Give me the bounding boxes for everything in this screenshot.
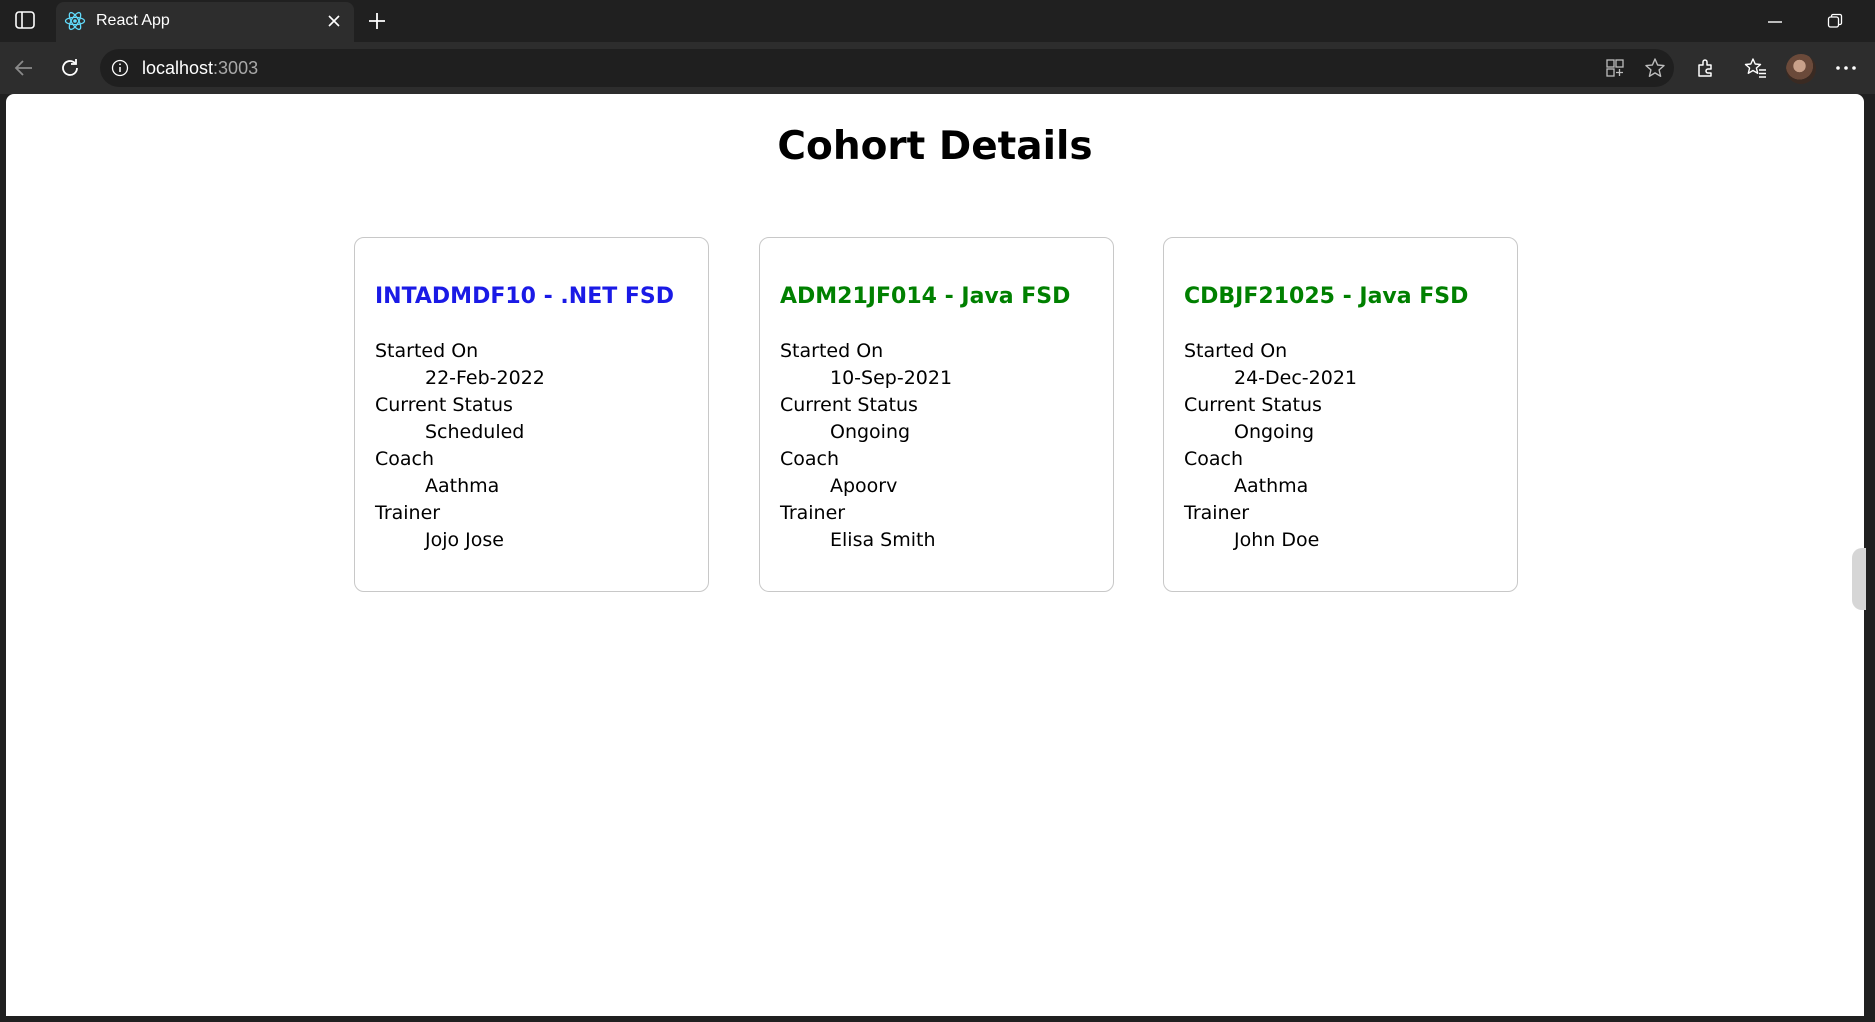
- field-label-coach: Coach: [780, 448, 840, 470]
- tab-title: React App: [96, 12, 170, 29]
- cohort-card: CDBJF21025 - Java FSD Started On 24-Dec-…: [1163, 237, 1518, 592]
- field-value-coach: Aathma: [1234, 475, 1309, 497]
- app-available-icon[interactable]: [1604, 57, 1626, 79]
- restore-icon[interactable]: [1820, 10, 1850, 32]
- field-label-current-status: Current Status: [780, 394, 918, 416]
- field-value-coach: Aathma: [425, 475, 500, 497]
- url-host: localhost: [142, 58, 214, 78]
- close-tab-icon[interactable]: [324, 11, 344, 31]
- browser-toolbar: localhost:3003: [0, 42, 1875, 94]
- new-tab-icon[interactable]: [364, 8, 390, 34]
- address-bar[interactable]: localhost:3003: [100, 49, 1674, 87]
- cohort-details: Started On 10-Sep-2021 Current Status On…: [780, 338, 952, 554]
- field-label-started-on: Started On: [1184, 340, 1288, 362]
- site-info-icon[interactable]: [110, 58, 130, 78]
- favorites-icon[interactable]: [1742, 54, 1770, 82]
- browser-tab[interactable]: React App: [56, 2, 354, 42]
- field-label-coach: Coach: [1184, 448, 1244, 470]
- field-value-current-status: Ongoing: [1234, 421, 1315, 443]
- reload-icon[interactable]: [56, 54, 84, 82]
- react-logo-icon: [64, 10, 86, 32]
- field-value-current-status: Scheduled: [425, 421, 525, 443]
- field-value-current-status: Ongoing: [830, 421, 911, 443]
- field-label-trainer: Trainer: [780, 502, 846, 524]
- browser-tabstrip: React App: [0, 0, 1875, 42]
- cohort-details: Started On 24-Dec-2021 Current Status On…: [1184, 338, 1357, 554]
- field-label-current-status: Current Status: [375, 394, 513, 416]
- cohort-title: INTADMDF10 - .NET FSD: [375, 284, 675, 309]
- field-label-current-status: Current Status: [1184, 394, 1322, 416]
- favorite-star-icon[interactable]: [1644, 57, 1666, 79]
- url-text[interactable]: localhost:3003: [142, 58, 258, 79]
- field-value-started-on: 24-Dec-2021: [1234, 367, 1358, 389]
- cohort-title: ADM21JF014 - Java FSD: [780, 284, 1071, 309]
- profile-avatar[interactable]: [1786, 54, 1816, 84]
- sidebar-toggle-icon[interactable]: [14, 10, 36, 30]
- cohort-card: ADM21JF014 - Java FSD Started On 10-Sep-…: [759, 237, 1114, 592]
- field-value-trainer: John Doe: [1234, 529, 1320, 551]
- field-label-started-on: Started On: [375, 340, 479, 362]
- field-label-trainer: Trainer: [1184, 502, 1250, 524]
- field-value-started-on: 10-Sep-2021: [830, 367, 953, 389]
- page-title: Cohort Details: [777, 124, 1093, 169]
- field-label-coach: Coach: [375, 448, 435, 470]
- field-value-trainer: Jojo Jose: [425, 529, 504, 551]
- cohort-details: Started On 22-Feb-2022 Current Status Sc…: [375, 338, 545, 554]
- field-value-trainer: Elisa Smith: [830, 529, 936, 551]
- field-value-started-on: 22-Feb-2022: [425, 367, 545, 389]
- field-label-trainer: Trainer: [375, 502, 441, 524]
- extensions-icon[interactable]: [1692, 54, 1720, 82]
- minimize-icon[interactable]: [1760, 12, 1790, 32]
- field-value-coach: Apoorv: [830, 475, 898, 497]
- url-port: :3003: [213, 58, 259, 78]
- page-viewport: Cohort Details INTADMDF10 - .NET FSD Sta…: [6, 94, 1864, 1016]
- more-options-icon[interactable]: [1832, 54, 1860, 82]
- back-arrow-icon[interactable]: [10, 54, 38, 82]
- cohort-card: INTADMDF10 - .NET FSD Started On 22-Feb-…: [354, 237, 709, 592]
- sidebar-handle[interactable]: [1852, 548, 1866, 610]
- cohort-title: CDBJF21025 - Java FSD: [1184, 284, 1469, 309]
- field-label-started-on: Started On: [780, 340, 884, 362]
- window-bottom-edge: [0, 1016, 1875, 1022]
